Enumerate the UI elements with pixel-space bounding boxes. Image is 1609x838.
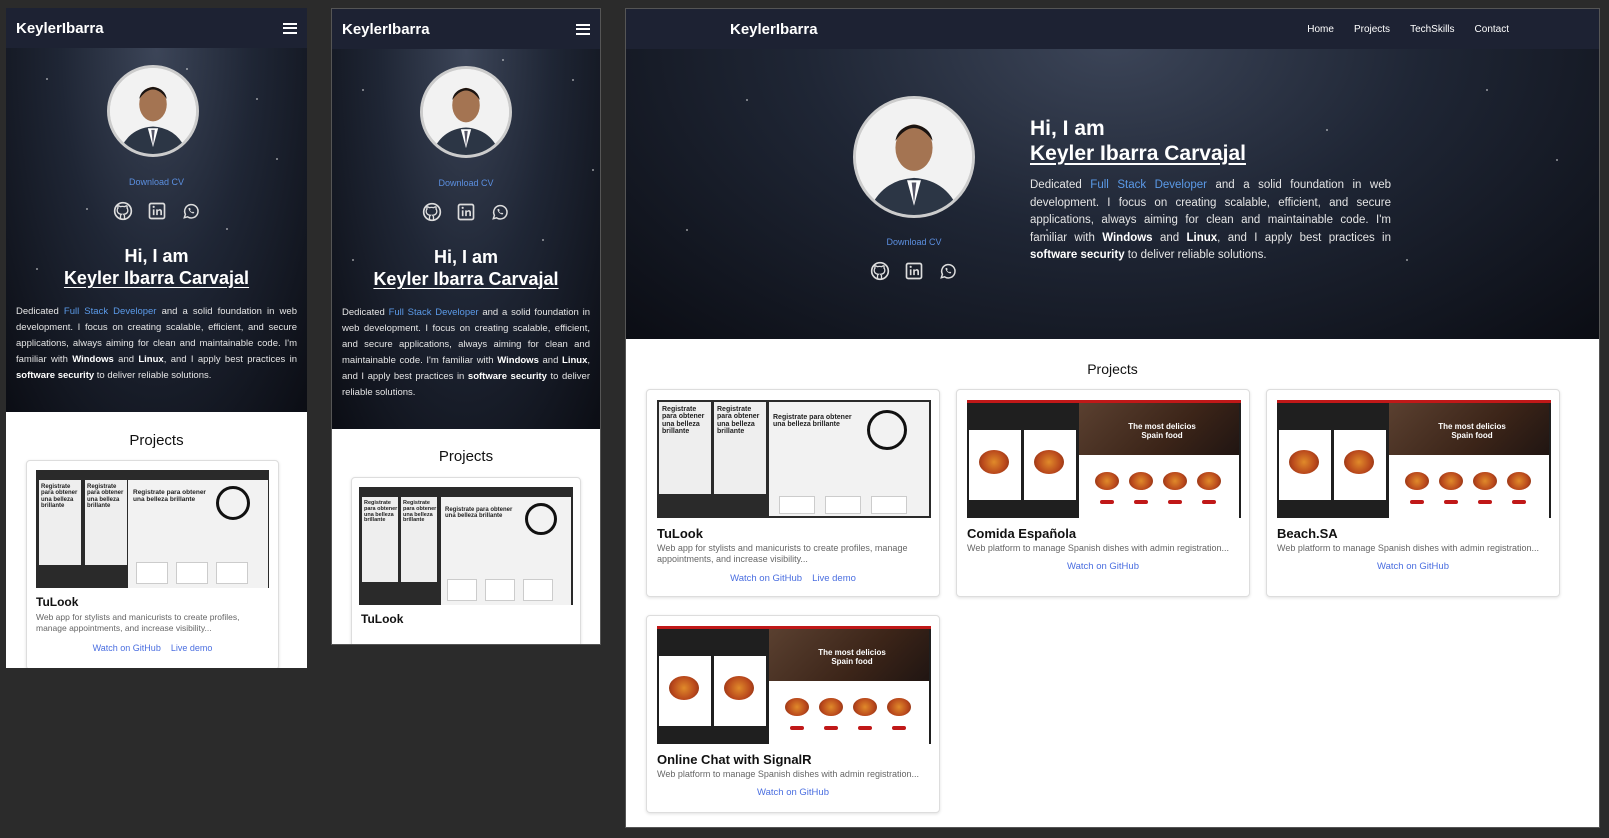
hero-name: Keyler Ibarra Carvajal: [373, 269, 559, 289]
project-description: Web app for stylists and manicurists to …: [36, 612, 240, 633]
hero-bio: Dedicated Full Stack Developer and a sol…: [342, 307, 590, 398]
nav-techskills[interactable]: TechSkills: [1410, 24, 1454, 35]
project-card-comida-espanola: The most delicios Spain food Comida Espa…: [956, 389, 1250, 597]
project-description: Web app for stylists and manicurists to …: [657, 543, 908, 565]
nav-home[interactable]: Home: [1307, 24, 1334, 35]
project-title: TuLook: [36, 595, 79, 609]
live-demo-link[interactable]: Live demo: [171, 643, 213, 653]
project-links: Watch on GitHub Live demo: [27, 643, 278, 653]
hero-heading: Hi, I am Keyler Ibarra Carvajal: [1030, 116, 1246, 166]
hero-bio: Dedicated Full Stack Developer and a sol…: [16, 306, 297, 381]
project-description: Web platform to manage Spanish dishes wi…: [657, 769, 919, 779]
social-links: [854, 261, 974, 281]
download-cv-link[interactable]: Download CV: [6, 177, 307, 187]
brand-logo[interactable]: KeylerIbarra: [730, 21, 818, 38]
project-title: TuLook: [657, 526, 703, 541]
project-title: Beach.SA: [1277, 526, 1338, 541]
project-links: Watch on GitHub Live demo: [647, 573, 939, 584]
brand-logo[interactable]: KeylerIbarra: [342, 21, 430, 38]
social-links: [6, 201, 307, 221]
github-icon[interactable]: [870, 261, 890, 281]
hero-bio: Dedicated Full Stack Developer and a sol…: [1030, 179, 1392, 261]
greeting-text: Hi, I am: [1030, 117, 1105, 140]
mobile-preview-2: KeylerIbarra Download CV Hi, I am Keyler…: [331, 8, 601, 645]
project-card-tulook: Registrate para obtener una belleza bril…: [351, 477, 581, 644]
navbar: KeylerIbarra: [6, 8, 307, 48]
profile-photo: [420, 66, 512, 158]
nav-projects[interactable]: Projects: [1354, 24, 1390, 35]
download-cv-link[interactable]: Download CV: [854, 237, 974, 247]
whatsapp-icon[interactable]: [490, 202, 510, 222]
watch-on-github-link[interactable]: Watch on GitHub: [730, 573, 802, 584]
project-card-tulook: Registrate para obtener una belleza bril…: [646, 389, 940, 597]
whatsapp-icon[interactable]: [181, 201, 201, 221]
project-card-beach-sa: The most delicios Spain food Beach.SA We…: [1266, 389, 1560, 597]
navbar: KeylerIbarra Home Projects TechSkills Co…: [626, 9, 1599, 49]
projects-title: Projects: [1087, 361, 1138, 377]
project-title: Comida Española: [967, 526, 1077, 541]
project-description: Web platform to manage Spanish dishes wi…: [967, 543, 1229, 553]
hamburger-menu-icon[interactable]: [576, 23, 590, 35]
project-description: Web platform to manage Spanish dishes wi…: [1277, 543, 1539, 553]
project-thumbnail: Registrate para obtener una belleza bril…: [359, 487, 573, 605]
profile-photo: [107, 65, 199, 157]
hero-name: Keyler Ibarra Carvajal: [1030, 142, 1246, 165]
role-highlight: Full Stack Developer: [1090, 179, 1208, 191]
whatsapp-icon[interactable]: [938, 261, 958, 281]
project-card-tulook: Registrate para obtener una belleza bril…: [26, 460, 279, 668]
watch-on-github-link[interactable]: Watch on GitHub: [1067, 561, 1139, 572]
project-thumbnail: Registrate para obtener una belleza bril…: [657, 400, 931, 518]
project-card-online-chat: The most delicios Spain food Online Chat…: [646, 615, 940, 813]
hero-heading: Hi, I am Keyler Ibarra Carvajal: [6, 245, 307, 289]
watch-on-github-link[interactable]: Watch on GitHub: [757, 787, 829, 798]
hamburger-menu-icon[interactable]: [283, 22, 297, 34]
nav-links: Home Projects TechSkills Contact: [1307, 24, 1509, 35]
hero-heading: Hi, I am Keyler Ibarra Carvajal: [332, 246, 600, 290]
project-title: TuLook: [361, 612, 404, 626]
project-links: Watch on GitHub: [647, 787, 939, 798]
watch-on-github-link[interactable]: Watch on GitHub: [93, 643, 161, 653]
projects-title: Projects: [129, 432, 184, 449]
mobile-preview-1: KeylerIbarra Download CV Hi, I am Keyler…: [6, 8, 307, 668]
project-thumbnail: Registrate para obtener una belleza bril…: [36, 470, 269, 588]
hero-section: [626, 9, 1599, 339]
live-demo-link[interactable]: Live demo: [812, 573, 856, 584]
profile-photo: [853, 96, 975, 218]
project-thumbnail: The most delicios Spain food: [657, 626, 931, 744]
download-cv-link[interactable]: Download CV: [332, 178, 600, 188]
role-highlight: Full Stack Developer: [388, 307, 479, 318]
nav-contact[interactable]: Contact: [1475, 24, 1509, 35]
social-links: [332, 202, 600, 222]
projects-title: Projects: [438, 448, 494, 465]
role-highlight: Full Stack Developer: [63, 306, 157, 317]
project-title: Online Chat with SignalR: [657, 752, 812, 767]
github-icon[interactable]: [113, 201, 133, 221]
linkedin-icon[interactable]: [147, 201, 167, 221]
github-icon[interactable]: [422, 202, 442, 222]
project-thumbnail: The most delicios Spain food: [1277, 400, 1551, 518]
linkedin-icon[interactable]: [456, 202, 476, 222]
brand-logo[interactable]: KeylerIbarra: [16, 20, 104, 37]
greeting-text: Hi, I am: [433, 247, 499, 267]
watch-on-github-link[interactable]: Watch on GitHub: [1377, 561, 1449, 572]
hero-name: Keyler Ibarra Carvajal: [63, 268, 250, 288]
linkedin-icon[interactable]: [904, 261, 924, 281]
desktop-preview: KeylerIbarra Home Projects TechSkills Co…: [625, 8, 1600, 828]
project-links: Watch on GitHub: [1267, 561, 1559, 572]
project-thumbnail: The most delicios Spain food: [967, 400, 1241, 518]
greeting-text: Hi, I am: [124, 246, 189, 266]
navbar: KeylerIbarra: [332, 9, 600, 49]
project-links: Watch on GitHub: [957, 561, 1249, 572]
